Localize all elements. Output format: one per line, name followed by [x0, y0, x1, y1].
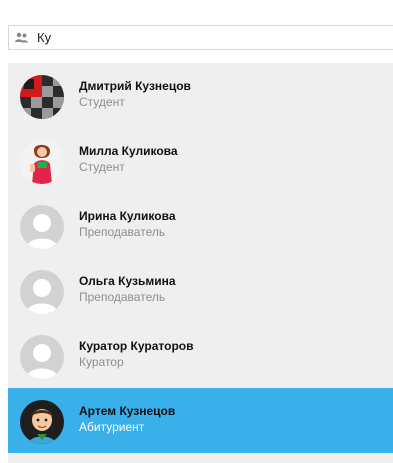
list-item[interactable]: Ирина Куликова Преподаватель	[8, 193, 393, 258]
contact-name: Дмитрий Кузнецов	[79, 79, 191, 93]
contact-name: Куратор Кураторов	[79, 339, 194, 353]
checkered-avatar	[20, 75, 64, 119]
contact-text: Ирина Куликова Преподаватель	[79, 208, 176, 240]
cartoon-avatar	[20, 400, 64, 444]
contact-role: Абитуриент	[79, 420, 145, 434]
list-item[interactable]: Милла Куликова Студент	[8, 128, 393, 193]
contact-text: Милла Куликова Студент	[79, 143, 178, 175]
list-item[interactable]: Дмитрий Кузнецов Студент	[8, 63, 393, 128]
contact-role: Куратор	[79, 355, 124, 369]
contact-role: Студент	[79, 160, 125, 174]
contact-text: Артем Кузнецов Абитуриент	[79, 403, 175, 435]
contact-role: Преподаватель	[79, 290, 166, 304]
contact-text: Дмитрий Кузнецов Студент	[79, 78, 191, 110]
contact-name: Ирина Куликова	[79, 209, 176, 223]
photo-avatar	[20, 140, 64, 184]
contact-name: Милла Куликова	[79, 144, 178, 158]
contact-list: Дмитрий Кузнецов Студент Милла Куликова …	[8, 63, 393, 463]
list-item[interactable]: Ольга Кузьмина Преподаватель	[8, 258, 393, 323]
search-input[interactable]	[37, 27, 337, 48]
contact-name: Артем Кузнецов	[79, 404, 176, 418]
default-avatar	[20, 205, 64, 249]
list-item[interactable]: Куратор Кураторов Куратор	[8, 323, 393, 388]
users-icon	[15, 32, 29, 44]
list-item-selected[interactable]: Артем Кузнецов Абитуриент	[8, 388, 393, 453]
contact-role: Преподаватель	[79, 225, 166, 239]
default-avatar	[20, 270, 64, 314]
contact-text: Ольга Кузьмина Преподаватель	[79, 273, 176, 305]
default-avatar	[20, 335, 64, 379]
search-bar[interactable]	[8, 25, 393, 50]
contact-name: Ольга Кузьмина	[79, 274, 176, 288]
contact-search-panel: Дмитрий Кузнецов Студент Милла Куликова …	[0, 0, 393, 463]
contact-text: Куратор Кураторов Куратор	[79, 338, 194, 370]
contact-role: Студент	[79, 95, 125, 109]
